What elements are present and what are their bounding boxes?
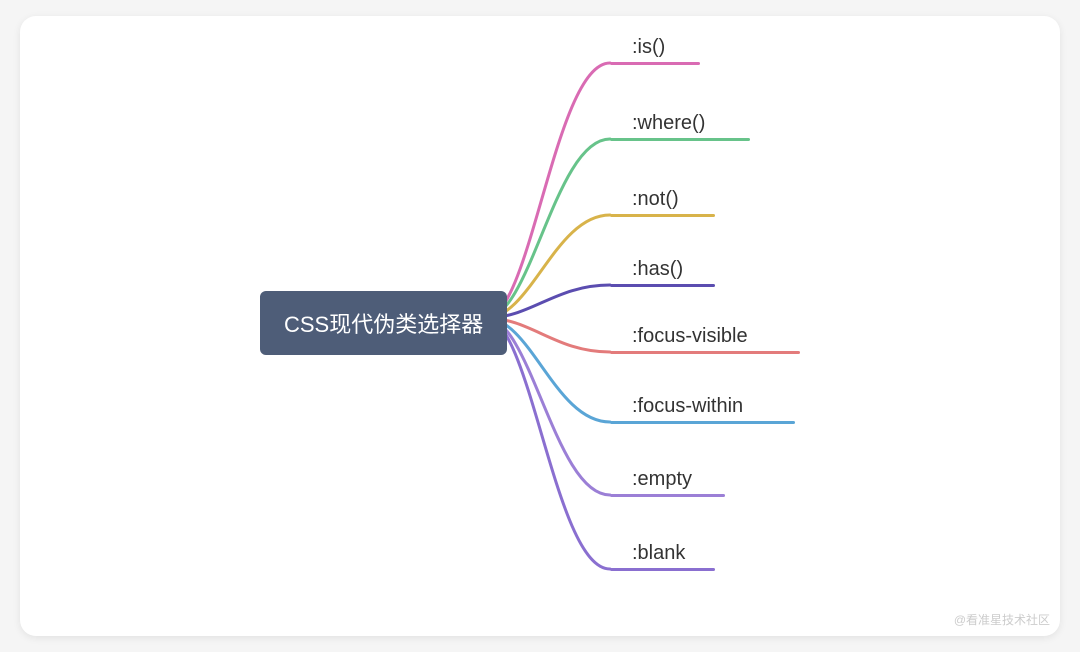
child-node-not: :not(): [632, 188, 679, 211]
connector-lines: [20, 16, 1060, 636]
child-underline-blank: [610, 568, 715, 571]
child-underline-is: [610, 62, 700, 65]
child-node-is: :is(): [632, 36, 665, 59]
root-node: CSS现代伪类选择器: [260, 291, 507, 355]
child-underline-not: [610, 214, 715, 217]
child-underline-focus-within: [610, 421, 795, 424]
child-node-where: :where(): [632, 112, 705, 135]
child-underline-empty: [610, 494, 725, 497]
child-underline-focus-visible: [610, 351, 800, 354]
child-node-focus-visible: :focus-visible: [632, 325, 748, 348]
child-node-focus-within: :focus-within: [632, 395, 743, 418]
watermark: @看准星技术社区: [954, 611, 1050, 628]
child-underline-has: [610, 284, 715, 287]
child-node-has: :has(): [632, 258, 683, 281]
child-node-empty: :empty: [632, 468, 692, 491]
child-underline-where: [610, 138, 750, 141]
mindmap-card: CSS现代伪类选择器 :is() :where() :not() :has() …: [20, 16, 1060, 636]
child-node-blank: :blank: [632, 542, 685, 565]
